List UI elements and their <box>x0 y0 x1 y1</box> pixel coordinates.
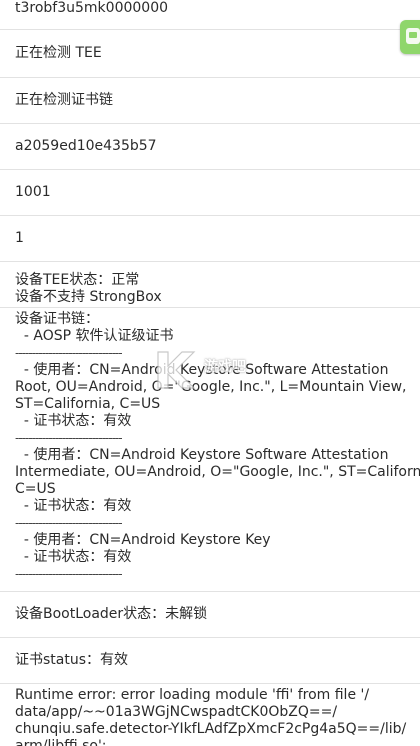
error-line: Runtime error: error loading module 'ffi… <box>15 687 370 703</box>
row-text: 证书status：有效 <box>15 652 129 668</box>
result-row-hash: a2059ed10e435b57 <box>0 124 420 170</box>
row-text: 设备BootLoader状态：未解锁 <box>15 606 208 622</box>
divider: -------------------------------- <box>15 567 123 581</box>
row-text: a2059ed10e435b57 <box>15 138 157 154</box>
error-line: arm/libffi.so': <box>15 738 107 746</box>
floating-tool-button[interactable] <box>400 20 420 54</box>
row-text: 正在检测 TEE <box>15 45 102 61</box>
cert-subject-line: - 使用者：CN=Android Keystore Key <box>15 532 271 548</box>
tee-status-text: 设备TEE状态：正常 <box>15 272 140 288</box>
result-row-cert-chain: 设备证书链： - AOSP 软件认证级证书 ------------------… <box>0 308 420 592</box>
cert-status: - 证书状态：有效 <box>15 549 132 565</box>
row-text: t3robf3u5mk0000000 <box>15 0 169 16</box>
result-row-error: Runtime error: error loading module 'ffi… <box>0 684 420 746</box>
row-text: 1 <box>15 230 24 246</box>
cert-chain-type: - AOSP 软件认证级证书 <box>15 328 174 344</box>
cert-chain-title: 设备证书链： <box>15 311 99 327</box>
cert-subject-line: ST=California, C=US <box>15 396 161 412</box>
result-row-bootloader: 设备BootLoader状态：未解锁 <box>0 592 420 638</box>
result-row-tee-status: 设备TEE状态：正常 设备不支持 StrongBox <box>0 262 420 308</box>
strongbox-text: 设备不支持 StrongBox <box>15 289 162 305</box>
result-row-code: 1001 <box>0 170 420 216</box>
result-row-tee-check: 正在检测 TEE <box>0 30 420 78</box>
cert-subject-line: Root, OU=Android, O="Google, Inc.", L=Mo… <box>15 379 407 395</box>
error-line: data/app/~~01a3WGjNCwspadtCK0ObZQ==/ <box>15 704 338 720</box>
cert-subject-line: Intermediate, OU=Android, O="Google, Inc… <box>15 464 420 480</box>
result-row-device-id: t3robf3u5mk0000000 <box>0 0 420 30</box>
divider: -------------------------------- <box>15 431 123 445</box>
row-text: 1001 <box>15 184 51 200</box>
cert-status: - 证书状态：有效 <box>15 498 132 514</box>
error-line: chunqiu.safe.detector-YIkfLAdfZpXmcF2cPg… <box>15 721 407 737</box>
cert-subject-line: C=US <box>15 481 56 497</box>
result-row-flag: 1 <box>0 216 420 262</box>
result-row-cert-status: 证书status：有效 <box>0 638 420 684</box>
result-row-cert-check: 正在检测证书链 <box>0 78 420 124</box>
tool-icon <box>406 28 420 44</box>
divider: -------------------------------- <box>15 346 123 360</box>
cert-subject-line: - 使用者：CN=Android Keystore Software Attes… <box>15 447 389 463</box>
result-list: t3robf3u5mk0000000 正在检测 TEE 正在检测证书链 a205… <box>0 0 420 746</box>
row-text: 正在检测证书链 <box>15 92 113 108</box>
cert-subject-line: - 使用者：CN=Android Keystore Software Attes… <box>15 362 389 378</box>
divider: -------------------------------- <box>15 516 123 530</box>
cert-status: - 证书状态：有效 <box>15 413 132 429</box>
